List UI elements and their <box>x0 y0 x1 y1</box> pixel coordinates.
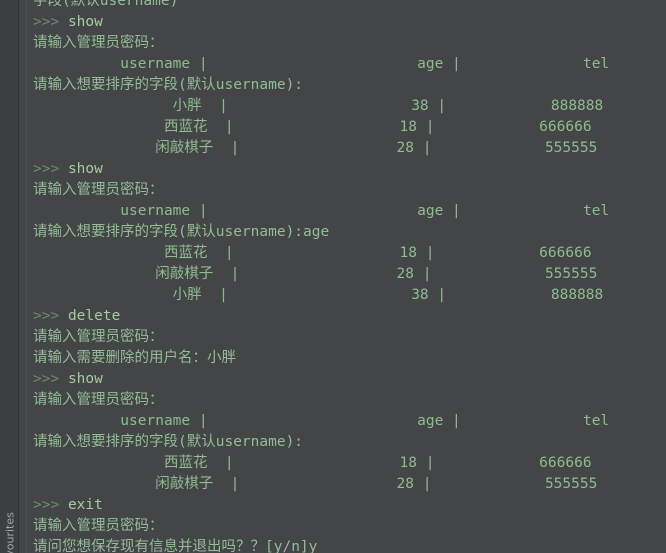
table-row-cells: 西蓝花 | 18 | 666666 <box>33 455 592 471</box>
command-show <box>59 14 68 30</box>
console-line-prompt: 请输入需要删除的用户名：小胖 <box>33 348 666 369</box>
table-row: 闲敲棋子 | 28 | 555555 <box>33 264 666 285</box>
console-line-table-header: username | age | tel <box>33 411 666 432</box>
prompt-symbol: >>> <box>33 497 60 513</box>
console-line-prompt: 请输入想要排序的字段(默认username): <box>33 432 666 453</box>
admin-password-prompt: 请输入管理员密码： <box>33 329 164 345</box>
prompt-symbol: >>> <box>33 371 60 387</box>
table-row: 小胖 | 38 | 888888 <box>33 285 666 306</box>
table-row: 闲敲棋子 | 28 | 555555 <box>33 138 666 159</box>
command-show-label: show <box>67 14 103 30</box>
table-row: 小胖 | 38 | 888888 <box>33 96 666 117</box>
table-row-cells: 闲敲棋子 | 28 | 555555 <box>33 140 598 156</box>
command-spacer <box>59 497 68 513</box>
console-line-prompt: 请输入想要排序的字段(默认username):age <box>33 222 666 243</box>
admin-password-prompt: 请输入管理员密码： <box>33 392 164 408</box>
console-lines: 字段(默认username) >>> show 请输入管理员密码： userna… <box>0 0 666 553</box>
table-row-cells: 小胖 | 38 | 888888 <box>33 98 604 114</box>
table-row-cells: 闲敲棋子 | 28 | 555555 <box>33 266 598 282</box>
sort-field-prompt: 请输入想要排序的字段(默认username): <box>33 77 304 93</box>
console-line-command: >>> delete <box>33 306 666 327</box>
prompt-symbol: >>> <box>33 14 60 30</box>
admin-password-prompt: 请输入管理员密码： <box>33 182 164 198</box>
exit-confirm-prompt: 请问您想保存现有信息并退出吗？？[y/n]y <box>33 539 318 553</box>
console-line-truncated: 字段(默认username) <box>33 0 666 12</box>
console-line-command: >>> show <box>33 369 666 390</box>
command-delete-label: delete <box>67 308 121 324</box>
command-spacer <box>59 308 68 324</box>
console-line-table-header: username | age | tel <box>33 54 666 75</box>
command-exit-label: exit <box>67 497 103 513</box>
prompt-symbol: >>> <box>33 308 60 324</box>
console-line-prompt: 请输入管理员密码： <box>33 33 666 54</box>
table-row: 西蓝花 | 18 | 666666 <box>33 243 666 264</box>
table-row-cells: 西蓝花 | 18 | 666666 <box>33 119 592 135</box>
table-row: 闲敲棋子 | 28 | 555555 <box>33 474 666 495</box>
console-line-table-header: username | age | tel <box>33 201 666 222</box>
prompt-symbol: >>> <box>33 161 60 177</box>
table-row: 西蓝花 | 18 | 666666 <box>33 117 666 138</box>
console-output-panel[interactable]: Favourites 字段(默认username) >>> show 请输入管理… <box>0 0 666 553</box>
table-header: username | age | tel <box>33 413 610 429</box>
console-line-command: >>> show <box>33 159 666 180</box>
console-line-prompt: 请输入管理员密码： <box>33 327 666 348</box>
delete-username-prompt: 请输入需要删除的用户名：小胖 <box>33 350 236 366</box>
table-header: username | age | tel <box>33 56 610 72</box>
console-line-prompt: 请输入管理员密码： <box>33 516 666 537</box>
truncated-text: 字段(默认username) <box>33 0 179 9</box>
console-line-prompt: 请输入想要排序的字段(默认username): <box>33 75 666 96</box>
admin-password-prompt: 请输入管理员密码： <box>33 518 164 534</box>
command-show-label: show <box>67 371 103 387</box>
console-line-prompt: 请输入管理员密码： <box>33 390 666 411</box>
table-row-cells: 小胖 | 38 | 888888 <box>33 287 604 303</box>
table-row-cells: 西蓝花 | 18 | 666666 <box>33 245 592 261</box>
table-header: username | age | tel <box>33 203 610 219</box>
sort-field-prompt: 请输入想要排序的字段(默认username): <box>33 434 304 450</box>
command-spacer <box>59 371 68 387</box>
sort-field-prompt-age: 请输入想要排序的字段(默认username):age <box>33 224 330 240</box>
table-row: 西蓝花 | 18 | 666666 <box>33 453 666 474</box>
command-show-label: show <box>67 161 103 177</box>
console-line-command: >>> exit <box>33 495 666 516</box>
console-line-prompt: 请问您想保存现有信息并退出吗？？[y/n]y <box>33 537 666 553</box>
table-row-cells: 闲敲棋子 | 28 | 555555 <box>33 476 598 492</box>
console-line-prompt: 请输入管理员密码： <box>33 180 666 201</box>
console-line-command: >>> show <box>33 12 666 33</box>
command-spacer <box>59 161 68 177</box>
admin-password-prompt: 请输入管理员密码： <box>33 35 164 51</box>
